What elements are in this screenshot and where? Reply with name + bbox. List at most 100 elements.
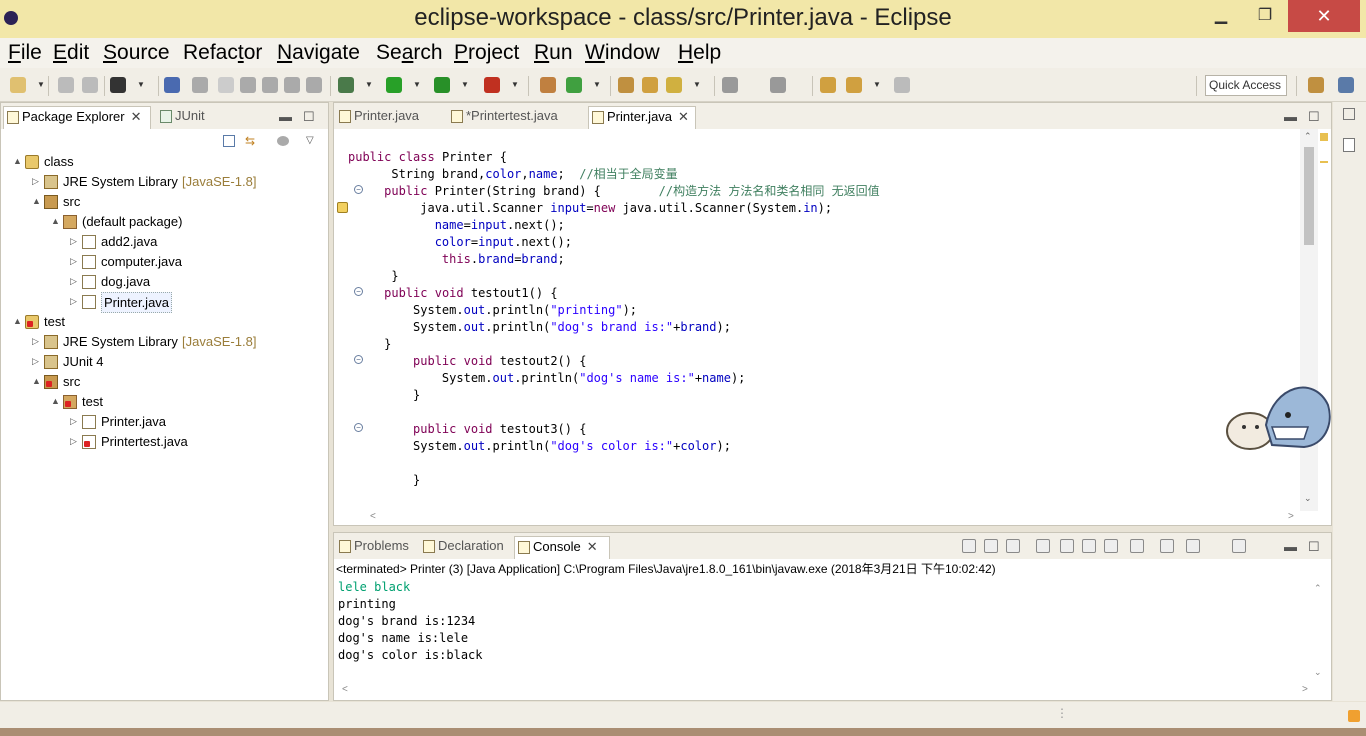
maximize-button[interactable]: ❐	[1242, 0, 1288, 32]
pin-icon[interactable]	[284, 77, 300, 93]
menu-search[interactable]: Search	[376, 41, 443, 65]
tree-item-src[interactable]: ▲ src	[1, 192, 329, 212]
dropdown-arrow-icon[interactable]: ▼	[511, 80, 519, 89]
collapsed-twisty-icon[interactable]: ▷	[70, 252, 80, 271]
open-perspective-icon[interactable]	[1308, 77, 1324, 93]
fold-collapse-icon[interactable]: −	[354, 355, 363, 364]
link-with-editor-icon[interactable]: ⇆	[245, 135, 259, 147]
remove-launch-icon[interactable]	[984, 539, 998, 553]
tab-package-explorer[interactable]: Package Explorer ✕	[3, 106, 151, 129]
collapsed-twisty-icon[interactable]: ▷	[70, 432, 80, 451]
scrollbar-thumb[interactable]	[1304, 147, 1314, 245]
scroll-right-icon[interactable]: >	[1302, 684, 1308, 695]
display-console-icon[interactable]	[1186, 539, 1200, 553]
collapsed-twisty-icon[interactable]: ▷	[32, 332, 42, 351]
debug-icon[interactable]	[338, 77, 354, 93]
dropdown-arrow-icon[interactable]: ▼	[365, 80, 373, 89]
open-type-icon[interactable]	[618, 77, 634, 93]
next-annotation-icon[interactable]	[722, 77, 738, 93]
scroll-right-icon[interactable]: >	[1288, 511, 1294, 522]
editor-tab-printertest-java[interactable]: *Printertest.java	[448, 106, 584, 129]
coverage-icon[interactable]	[434, 77, 450, 93]
last-edit-icon[interactable]	[820, 77, 836, 93]
scroll-down-icon[interactable]: ⌄	[1314, 667, 1322, 678]
java-perspective-icon[interactable]	[1338, 77, 1354, 93]
collapsed-twisty-icon[interactable]: ▷	[32, 172, 42, 191]
menu-file[interactable]: File	[8, 41, 42, 65]
scroll-left-icon[interactable]: <	[342, 684, 348, 695]
view-filter-icon[interactable]	[277, 136, 289, 146]
dropdown-arrow-icon[interactable]: ▼	[37, 80, 45, 89]
fold-collapse-icon[interactable]: −	[354, 185, 363, 194]
menu-source[interactable]: Source	[103, 41, 170, 65]
expanded-twisty-icon[interactable]: ▲	[13, 312, 23, 331]
skip-breakpoints-icon[interactable]	[164, 77, 180, 93]
editor-tab-printer-java[interactable]: Printer.java ✕	[588, 106, 696, 129]
maximize-view-button[interactable]: ☐	[1308, 539, 1320, 555]
new-java-project-icon[interactable]	[540, 77, 556, 93]
new-class-icon[interactable]	[566, 77, 582, 93]
collapsed-twisty-icon[interactable]: ▷	[70, 232, 80, 251]
previous-annotation-icon[interactable]	[770, 77, 786, 93]
editor-horizontal-scrollbar[interactable]: < >	[348, 509, 1300, 525]
collapsed-twisty-icon[interactable]: ▷	[70, 412, 80, 431]
tree-item-add2-java[interactable]: ▷ add2.java	[1, 232, 329, 252]
close-button[interactable]: ✕	[1288, 0, 1360, 32]
remove-all-terminated-icon[interactable]	[1006, 539, 1020, 553]
mark-occurrences-icon[interactable]	[192, 77, 208, 93]
profile-icon[interactable]	[110, 77, 126, 93]
warning-marker-icon[interactable]	[337, 202, 348, 213]
collapse-all-icon[interactable]	[223, 135, 235, 147]
rss-feed-icon[interactable]	[1348, 710, 1360, 722]
collapsed-twisty-icon[interactable]: ▷	[70, 272, 80, 291]
fold-collapse-icon[interactable]: −	[354, 287, 363, 296]
back-icon[interactable]	[846, 77, 862, 93]
tab-problems[interactable]: Problems	[336, 536, 416, 559]
word-wrap-icon[interactable]	[1082, 539, 1096, 553]
tree-item-default-package[interactable]: ▲ (default package)	[1, 212, 329, 232]
dropdown-arrow-icon[interactable]: ▼	[413, 80, 421, 89]
tab-console[interactable]: Console ✕	[514, 536, 610, 559]
clear-console-icon[interactable]	[1036, 539, 1050, 553]
outline-view-icon[interactable]	[1343, 138, 1355, 152]
fold-collapse-icon[interactable]: −	[354, 423, 363, 432]
menu-project[interactable]: Project	[454, 41, 519, 65]
code-area[interactable]: public class Printer { String brand,colo…	[348, 129, 1300, 509]
quick-access-input[interactable]: Quick Access	[1205, 75, 1287, 96]
pin-console-icon[interactable]	[1160, 539, 1174, 553]
minimize-view-button[interactable]: ▬	[1284, 539, 1297, 554]
overview-marker-icon[interactable]	[1320, 161, 1328, 163]
tree-item-printer-java[interactable]: ▷ Printer.java	[1, 412, 329, 432]
expanded-twisty-icon[interactable]: ▲	[32, 372, 42, 391]
minimize-editor-button[interactable]: ▬	[1284, 109, 1297, 124]
expanded-twisty-icon[interactable]: ▲	[51, 212, 61, 231]
dropdown-arrow-icon[interactable]: ▼	[137, 80, 145, 89]
scroll-up-icon[interactable]: ⌃	[1314, 583, 1322, 594]
collapsed-twisty-icon[interactable]: ▷	[70, 292, 80, 311]
forward-icon[interactable]	[894, 77, 910, 93]
close-icon[interactable]: ✕	[678, 109, 689, 124]
tree-item-printer-java[interactable]: ▷ Printer.java	[1, 292, 329, 313]
show-on-stdout-icon[interactable]	[1104, 539, 1118, 553]
expanded-twisty-icon[interactable]: ▲	[13, 152, 23, 171]
menu-refactor[interactable]: Refactor	[183, 41, 262, 65]
menu-edit[interactable]: Edit	[53, 41, 89, 65]
open-task-icon[interactable]	[642, 77, 658, 93]
expanded-twisty-icon[interactable]: ▲	[32, 192, 42, 211]
menu-window[interactable]: Window	[585, 41, 660, 65]
show-whitespace-icon[interactable]	[240, 77, 256, 93]
dropdown-arrow-icon[interactable]: ▼	[461, 80, 469, 89]
minimize-button[interactable]: ▁	[1198, 0, 1244, 32]
word-wrap-icon[interactable]	[262, 77, 278, 93]
tree-item-junit-4[interactable]: ▷ JUnit 4	[1, 352, 329, 372]
show-on-stderr-icon[interactable]	[1130, 539, 1144, 553]
maximize-editor-button[interactable]: ☐	[1308, 109, 1320, 125]
tree-item-src[interactable]: ▲ src	[1, 372, 329, 392]
dropdown-arrow-icon[interactable]: ▼	[693, 80, 701, 89]
tree-item-computer-java[interactable]: ▷ computer.java	[1, 252, 329, 272]
open-console-icon[interactable]	[1232, 539, 1246, 553]
restore-icon[interactable]	[1343, 108, 1355, 120]
tree-item-printertest-java[interactable]: ▷ Printertest.java	[1, 432, 329, 452]
scroll-up-icon[interactable]: ⌃	[1304, 131, 1312, 142]
tree-item-test[interactable]: ▲ test	[1, 392, 329, 412]
